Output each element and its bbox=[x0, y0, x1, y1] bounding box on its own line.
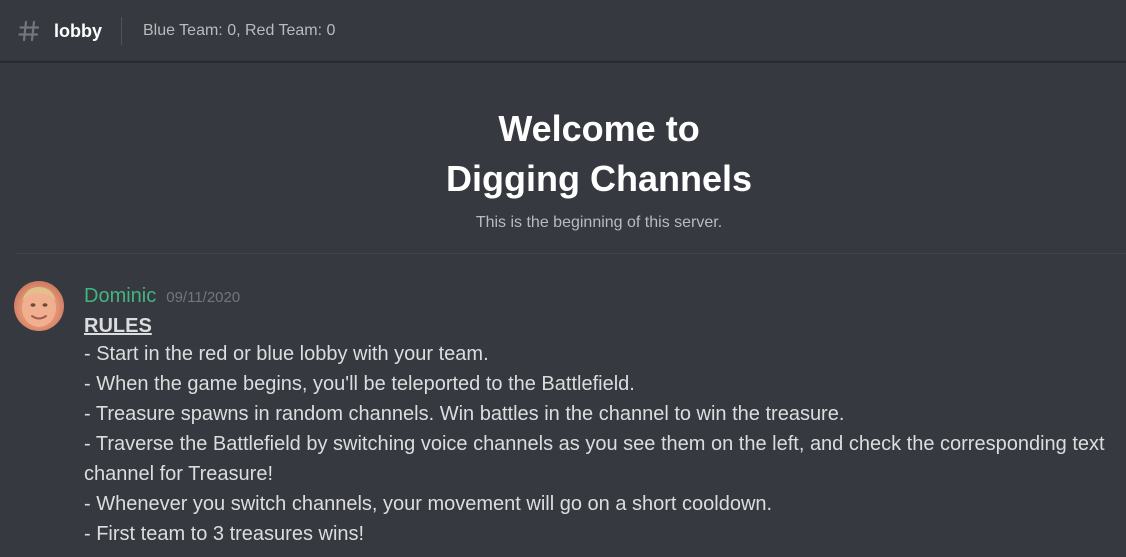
rule-line: - Traverse the Battlefield by switching … bbox=[84, 433, 1105, 485]
rule-line: - First team to 3 treasures wins! bbox=[84, 523, 365, 545]
app-window: lobby Blue Team: 0, Red Team: 0 Welcome … bbox=[0, 0, 1126, 557]
welcome-subtitle: This is the beginning of this server. bbox=[475, 214, 723, 231]
rules-title: RULES bbox=[84, 315, 152, 337]
message-header: Dominic 09/11/2020 bbox=[84, 283, 1124, 309]
message-timestamp: 09/11/2020 bbox=[166, 289, 241, 306]
rule-line: - Treasure spawns in random channels. Wi… bbox=[84, 403, 845, 425]
rule-line: - Whenever you switch channels, your mov… bbox=[84, 493, 773, 515]
header-divider bbox=[121, 17, 122, 45]
channel-name: lobby bbox=[54, 21, 102, 41]
avatar-face-icon bbox=[22, 287, 56, 327]
message: Dominic 09/11/2020 RULES - Start in the … bbox=[84, 283, 1124, 549]
channel-topic[interactable]: Blue Team: 0, Red Team: 0 bbox=[143, 20, 335, 42]
rule-line: - Start in the red or blue lobby with yo… bbox=[84, 343, 489, 365]
hash-icon bbox=[18, 20, 40, 42]
welcome-heading: Welcome to Digging Channels bbox=[0, 104, 1126, 204]
avatar[interactable] bbox=[14, 281, 64, 331]
rule-line: - When the game begins, you'll be telepo… bbox=[84, 373, 635, 395]
message-author[interactable]: Dominic bbox=[84, 283, 156, 309]
welcome-line-2: Digging Channels bbox=[446, 158, 752, 199]
divider bbox=[16, 253, 1126, 254]
welcome-line-1: Welcome to bbox=[498, 108, 700, 149]
channel-header: lobby Blue Team: 0, Red Team: 0 bbox=[0, 0, 1126, 62]
